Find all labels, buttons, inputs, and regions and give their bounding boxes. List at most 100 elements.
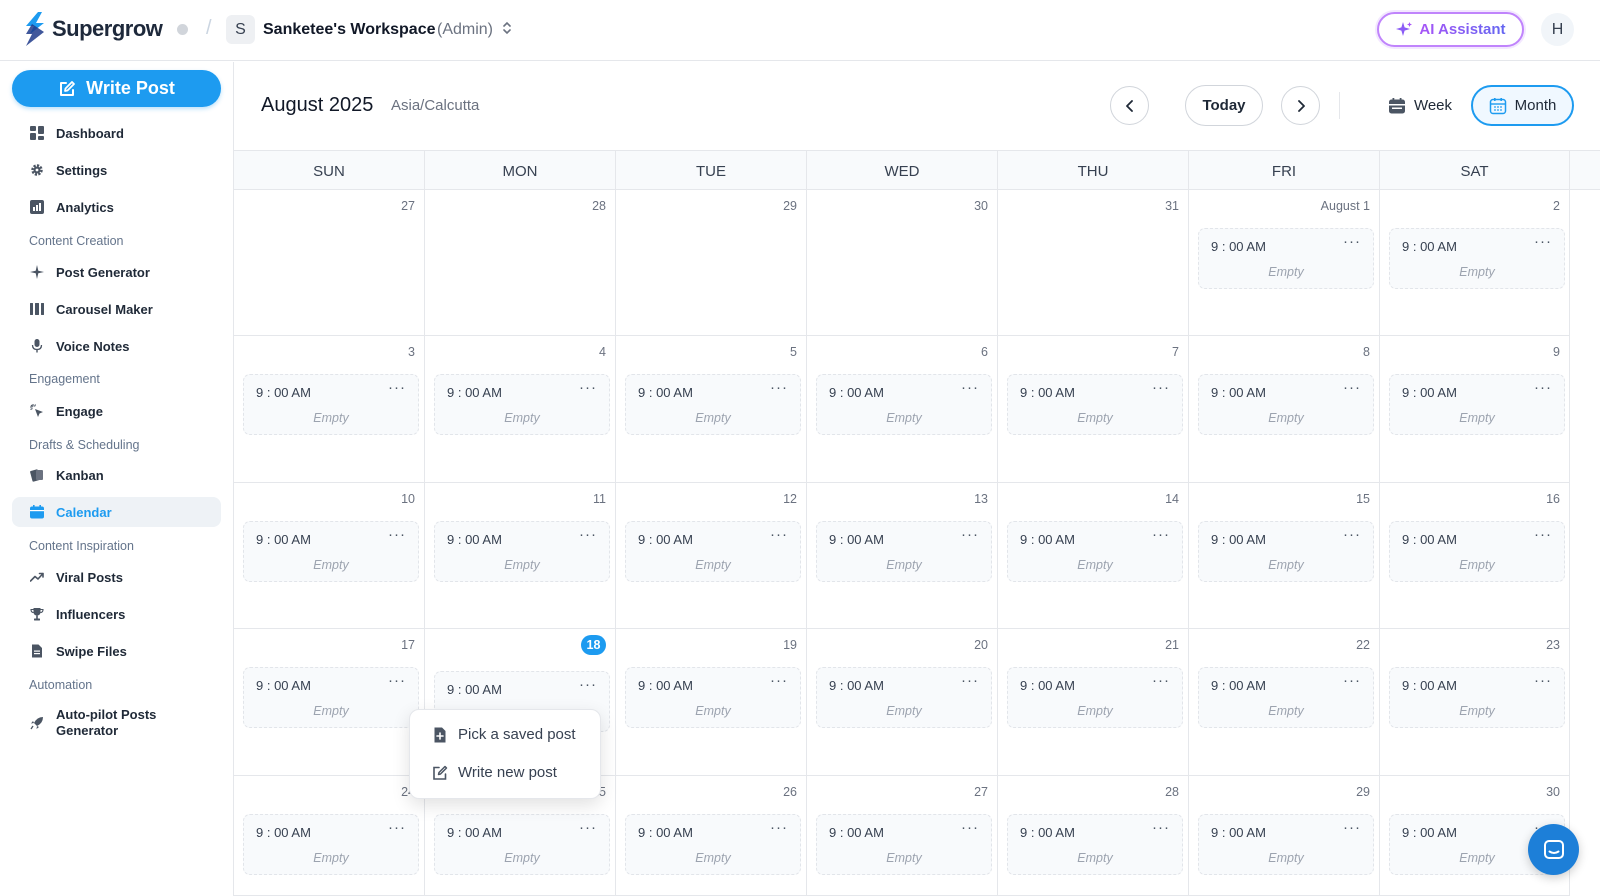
more-options-icon[interactable]: ··· (961, 819, 979, 836)
time-slot[interactable]: 9 : 00 AM ··· Empty (625, 667, 801, 728)
sidebar-item-viral-posts[interactable]: Viral Posts (12, 562, 221, 592)
calendar-day-cell[interactable]: 3 9 : 00 AM ··· Empty (234, 336, 425, 483)
time-slot[interactable]: 9 : 00 AM ··· Empty (1198, 521, 1374, 582)
calendar-day-cell[interactable]: 31 (998, 190, 1189, 336)
month-view-button[interactable]: Month (1471, 85, 1574, 126)
calendar-day-cell[interactable]: 17 9 : 00 AM ··· Empty (234, 629, 425, 776)
more-options-icon[interactable]: ··· (1343, 819, 1361, 836)
more-options-icon[interactable]: ··· (770, 819, 788, 836)
calendar-day-cell[interactable]: 22 9 : 00 AM ··· Empty (1189, 629, 1380, 776)
sidebar-item-calendar[interactable]: Calendar (12, 497, 221, 527)
workspace-avatar[interactable]: S (226, 15, 255, 44)
more-options-icon[interactable]: ··· (388, 379, 406, 396)
calendar-day-cell[interactable]: 16 9 : 00 AM ··· Empty (1380, 483, 1570, 629)
more-options-icon[interactable]: ··· (1343, 233, 1361, 250)
time-slot[interactable]: 9 : 00 AM ··· Empty (434, 521, 610, 582)
sidebar-item-voice-notes[interactable]: Voice Notes (12, 331, 221, 361)
time-slot[interactable]: 9 : 00 AM ··· Empty (1198, 667, 1374, 728)
calendar-day-cell[interactable]: 14 9 : 00 AM ··· Empty (998, 483, 1189, 629)
time-slot[interactable]: 9 : 00 AM ··· Empty (625, 374, 801, 435)
calendar-day-cell[interactable]: 21 9 : 00 AM ··· Empty (998, 629, 1189, 776)
more-options-icon[interactable]: ··· (579, 379, 597, 396)
time-slot[interactable]: 9 : 00 AM ··· Empty (1007, 374, 1183, 435)
sidebar-item-dashboard[interactable]: Dashboard (12, 118, 221, 148)
sidebar-item-analytics[interactable]: Analytics (12, 192, 221, 222)
more-options-icon[interactable]: ··· (1534, 379, 1552, 396)
time-slot[interactable]: 9 : 00 AM ··· Empty (1389, 521, 1565, 582)
workspace-name[interactable]: Sanketee's Workspace (263, 21, 436, 39)
sidebar-item-engage[interactable]: Engage (12, 396, 221, 426)
chat-launcher-button[interactable] (1528, 824, 1579, 875)
time-slot[interactable]: 9 : 00 AM ··· Empty (1389, 228, 1565, 289)
more-options-icon[interactable]: ··· (1534, 526, 1552, 543)
sidebar-item-swipe-files[interactable]: Swipe Files (12, 636, 221, 666)
more-options-icon[interactable]: ··· (1152, 672, 1170, 689)
user-avatar[interactable]: H (1541, 13, 1574, 46)
sidebar-item-settings[interactable]: Settings (12, 155, 221, 185)
time-slot[interactable]: 9 : 00 AM ··· Empty (243, 374, 419, 435)
calendar-day-cell[interactable]: 15 9 : 00 AM ··· Empty (1189, 483, 1380, 629)
calendar-day-cell[interactable]: 10 9 : 00 AM ··· Empty (234, 483, 425, 629)
time-slot[interactable]: 9 : 00 AM ··· Empty (625, 814, 801, 875)
pick-saved-post-item[interactable]: Pick a saved post (432, 726, 576, 743)
more-options-icon[interactable]: ··· (1152, 819, 1170, 836)
time-slot[interactable]: 9 : 00 AM ··· Empty (816, 667, 992, 728)
calendar-day-cell[interactable]: 9 9 : 00 AM ··· Empty (1380, 336, 1570, 483)
calendar-day-cell[interactable]: 26 9 : 00 AM ··· Empty (616, 776, 807, 896)
calendar-day-cell[interactable]: August 1 9 : 00 AM ··· Empty (1189, 190, 1380, 336)
week-view-button[interactable]: Week (1370, 85, 1470, 126)
time-slot[interactable]: 9 : 00 AM ··· Empty (434, 814, 610, 875)
calendar-day-cell[interactable]: 20 9 : 00 AM ··· Empty (807, 629, 998, 776)
sidebar-item-influencers[interactable]: Influencers (12, 599, 221, 629)
calendar-day-cell[interactable]: 2 9 : 00 AM ··· Empty (1380, 190, 1570, 336)
time-slot[interactable]: 9 : 00 AM ··· Empty (243, 814, 419, 875)
time-slot[interactable]: 9 : 00 AM ··· Empty (1198, 374, 1374, 435)
write-post-button[interactable]: Write Post (12, 70, 221, 107)
previous-month-button[interactable] (1110, 86, 1149, 125)
calendar-day-cell[interactable]: 11 9 : 00 AM ··· Empty (425, 483, 616, 629)
time-slot[interactable]: 9 : 00 AM ··· Empty (1007, 521, 1183, 582)
time-slot[interactable]: 9 : 00 AM ··· Empty (816, 521, 992, 582)
sidebar-item-carousel-maker[interactable]: Carousel Maker (12, 294, 221, 324)
calendar-day-cell[interactable]: 19 9 : 00 AM ··· Empty (616, 629, 807, 776)
more-options-icon[interactable]: ··· (770, 526, 788, 543)
time-slot[interactable]: 9 : 00 AM ··· Empty (1389, 667, 1565, 728)
more-options-icon[interactable]: ··· (1152, 526, 1170, 543)
calendar-day-cell[interactable]: 27 9 : 00 AM ··· Empty (807, 776, 998, 896)
today-button[interactable]: Today (1185, 85, 1263, 126)
time-slot[interactable]: 9 : 00 AM ··· Empty (625, 521, 801, 582)
chevron-up-down-icon[interactable] (502, 20, 512, 41)
calendar-day-cell[interactable]: 28 9 : 00 AM ··· Empty (998, 776, 1189, 896)
time-slot[interactable]: 9 : 00 AM ··· Empty (1198, 228, 1374, 289)
time-slot[interactable]: 9 : 00 AM ··· Empty (1198, 814, 1374, 875)
next-month-button[interactable] (1281, 86, 1320, 125)
more-options-icon[interactable]: ··· (1534, 233, 1552, 250)
calendar-day-cell[interactable]: 13 9 : 00 AM ··· Empty (807, 483, 998, 629)
sidebar-item-auto-pilot[interactable]: Auto-pilot Posts Generator (12, 703, 221, 743)
calendar-day-cell[interactable]: 12 9 : 00 AM ··· Empty (616, 483, 807, 629)
more-options-icon[interactable]: ··· (388, 819, 406, 836)
more-options-icon[interactable]: ··· (1343, 672, 1361, 689)
calendar-day-cell[interactable]: 5 9 : 00 AM ··· Empty (616, 336, 807, 483)
time-slot[interactable]: 9 : 00 AM ··· Empty (1007, 814, 1183, 875)
calendar-day-cell[interactable]: 29 (616, 190, 807, 336)
calendar-day-cell[interactable]: 30 (807, 190, 998, 336)
more-options-icon[interactable]: ··· (579, 819, 597, 836)
calendar-day-cell[interactable]: 27 (234, 190, 425, 336)
more-options-icon[interactable]: ··· (388, 672, 406, 689)
more-options-icon[interactable]: ··· (579, 526, 597, 543)
more-options-icon[interactable]: ··· (1534, 672, 1552, 689)
calendar-day-cell[interactable]: 4 9 : 00 AM ··· Empty (425, 336, 616, 483)
more-options-icon[interactable]: ··· (579, 676, 597, 693)
more-options-icon[interactable]: ··· (961, 526, 979, 543)
calendar-day-cell[interactable]: 23 9 : 00 AM ··· Empty (1380, 629, 1570, 776)
app-logo[interactable]: Supergrow (24, 12, 163, 46)
sidebar-item-post-generator[interactable]: Post Generator (12, 257, 221, 287)
calendar-day-cell[interactable]: 24 9 : 00 AM ··· Empty (234, 776, 425, 896)
time-slot[interactable]: 9 : 00 AM ··· Empty (243, 521, 419, 582)
more-options-icon[interactable]: ··· (961, 379, 979, 396)
calendar-day-cell[interactable]: 29 9 : 00 AM ··· Empty (1189, 776, 1380, 896)
time-slot[interactable]: 9 : 00 AM ··· Empty (434, 374, 610, 435)
more-options-icon[interactable]: ··· (1152, 379, 1170, 396)
calendar-day-cell[interactable]: 7 9 : 00 AM ··· Empty (998, 336, 1189, 483)
